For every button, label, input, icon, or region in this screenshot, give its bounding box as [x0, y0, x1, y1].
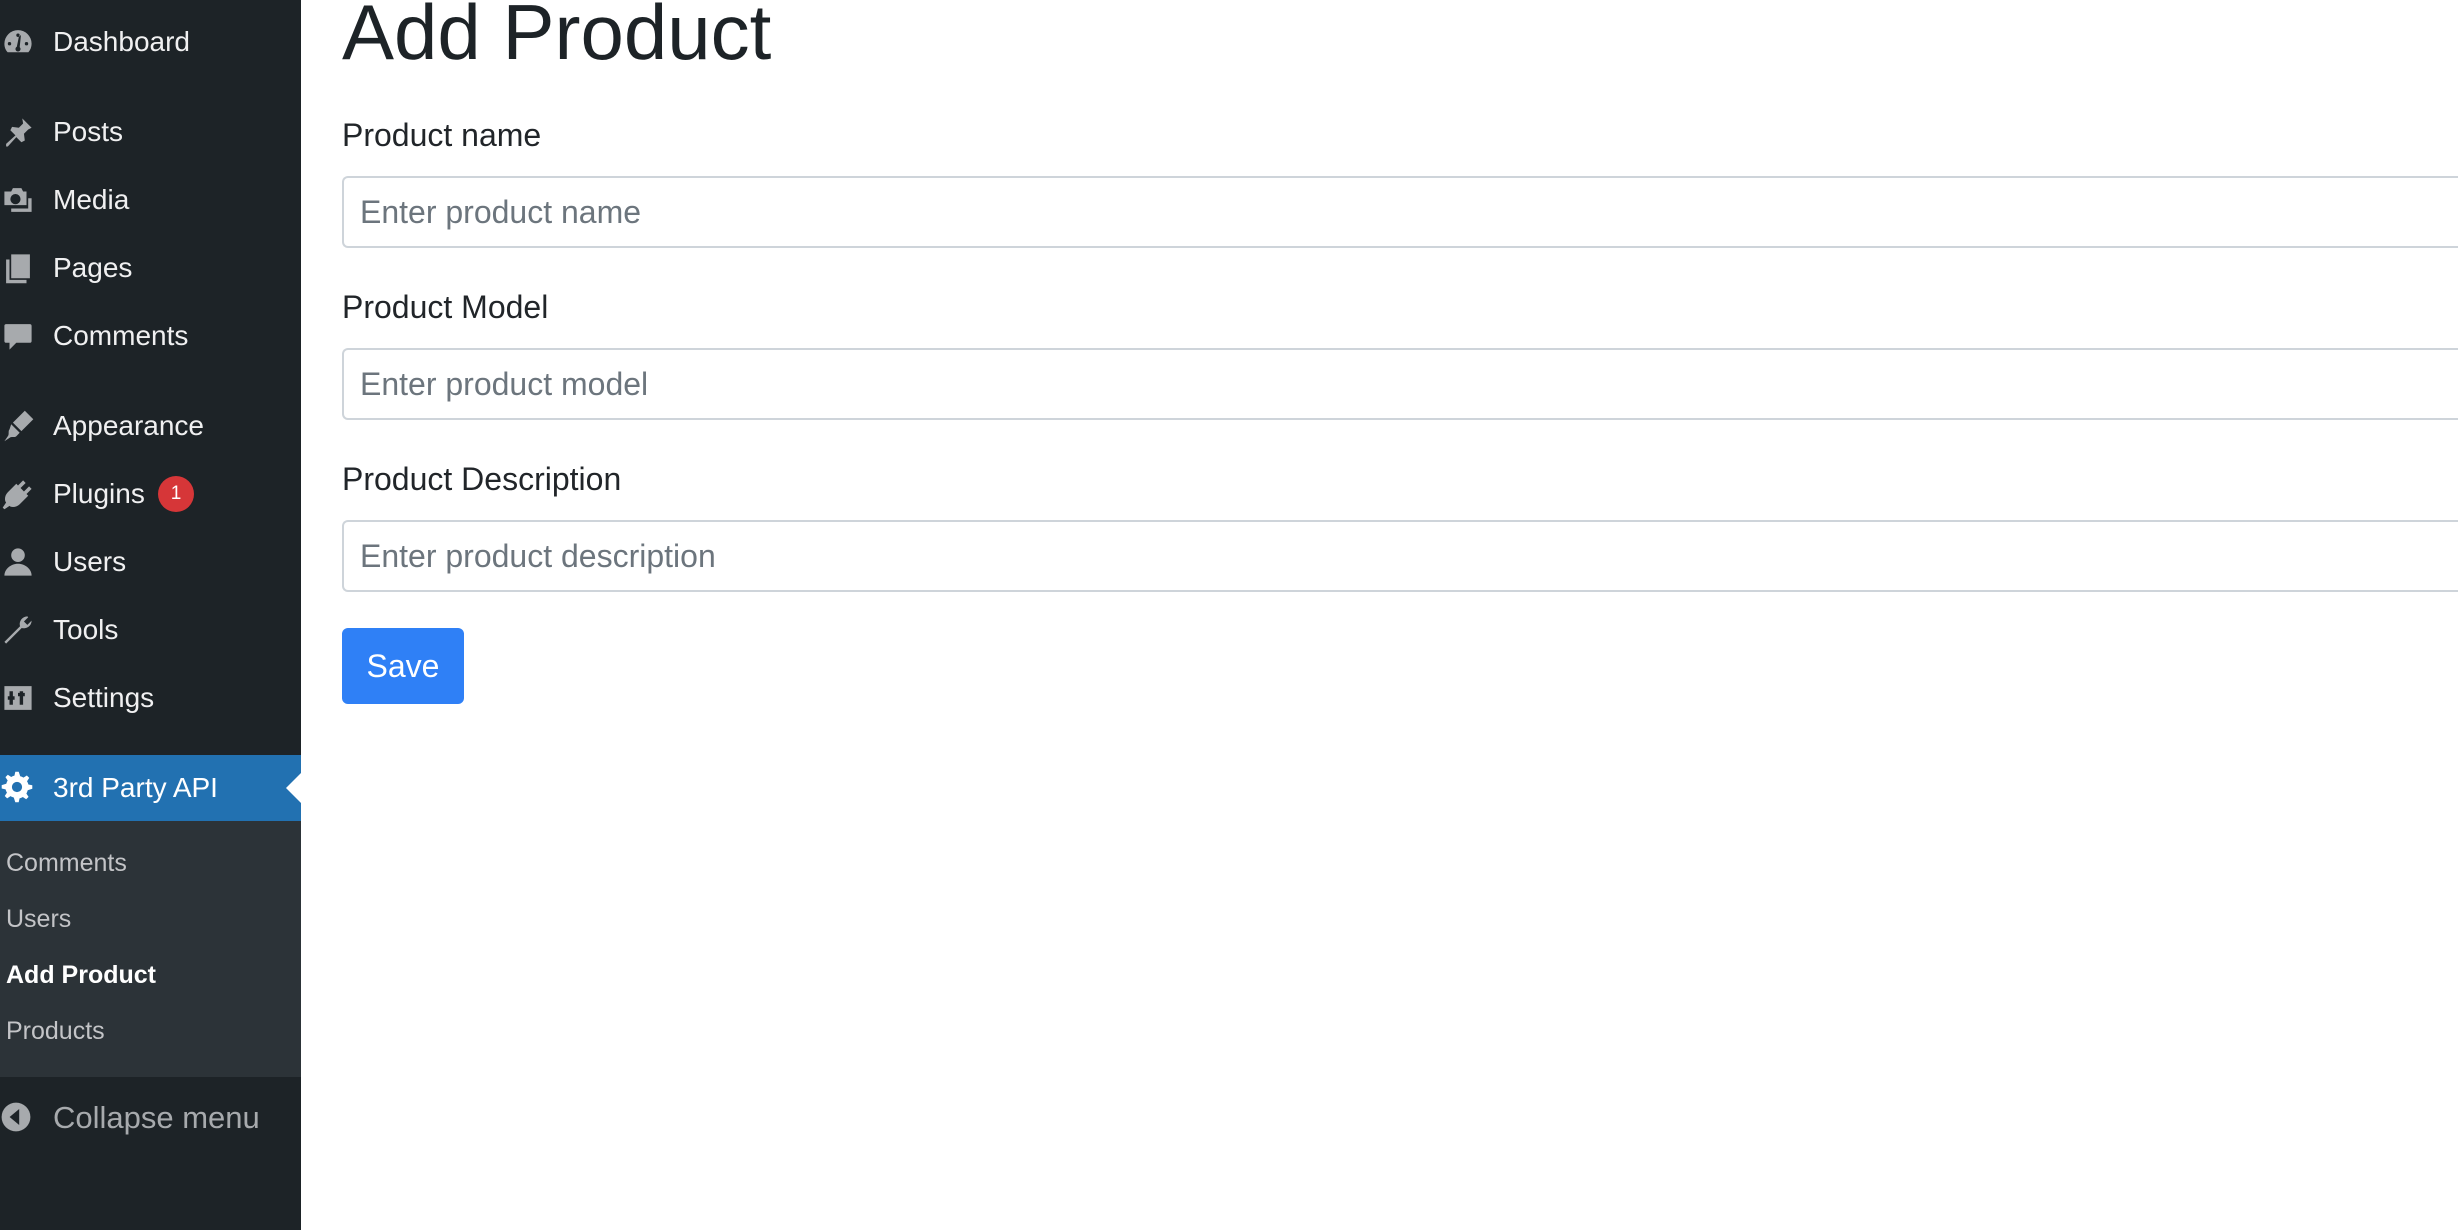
comment-icon — [0, 318, 36, 354]
sidebar-item-appearance[interactable]: Appearance — [0, 394, 301, 458]
sidebar-item-label: 3rd Party API — [53, 772, 218, 803]
sidebar-item-label: Comments — [53, 320, 189, 351]
product-description-input[interactable] — [342, 520, 2458, 592]
page-title: Add Product — [342, 0, 772, 76]
sidebar-item-label: Pages — [53, 252, 133, 283]
sidebar-item-tools[interactable]: Tools — [0, 598, 301, 662]
submenu-item-products[interactable]: Products — [6, 1017, 105, 1046]
main-content: Add Product Product name Product Model P… — [301, 0, 2458, 1230]
plugin-icon — [0, 476, 36, 512]
submenu-item-users[interactable]: Users — [6, 905, 71, 934]
sidebar-item-dashboard[interactable]: Dashboard — [0, 10, 301, 74]
admin-sidebar: Dashboard Posts Media Pages Comments App… — [0, 0, 301, 1230]
media-icon — [0, 182, 36, 218]
sidebar-item-3rd-party-api[interactable]: 3rd Party API — [0, 755, 301, 821]
sidebar-item-users[interactable]: Users — [0, 530, 301, 594]
brush-icon — [0, 408, 36, 444]
wrench-icon — [0, 612, 36, 648]
submenu-item-comments[interactable]: Comments — [6, 849, 127, 878]
pin-icon — [0, 114, 36, 150]
user-icon — [0, 544, 36, 580]
pages-icon — [0, 250, 36, 286]
product-name-label: Product name — [342, 117, 542, 153]
sidebar-item-label: Posts — [53, 116, 124, 147]
gear-icon — [0, 770, 36, 806]
product-name-input[interactable] — [342, 176, 2458, 248]
sidebar-item-label: Settings — [53, 682, 155, 713]
sidebar-item-posts[interactable]: Posts — [0, 100, 301, 164]
sidebar-item-pages[interactable]: Pages — [0, 236, 301, 300]
sidebar-item-label: Media — [53, 184, 130, 215]
dashboard-icon — [0, 24, 36, 60]
active-menu-arrow — [286, 773, 301, 803]
collapse-menu-label: Collapse menu — [53, 1100, 260, 1135]
submenu-item-add-product[interactable]: Add Product — [6, 961, 156, 990]
sidebar-item-plugins[interactable]: Plugins 1 — [0, 462, 301, 526]
sidebar-item-settings[interactable]: Settings — [0, 666, 301, 730]
save-button[interactable]: Save — [342, 628, 464, 704]
sidebar-item-label: Tools — [53, 614, 119, 645]
sidebar-item-label: Plugins — [53, 478, 145, 509]
sidebar-item-label: Appearance — [53, 410, 205, 441]
sidebar-item-label: Users — [53, 546, 127, 577]
sidebar-item-media[interactable]: Media — [0, 168, 301, 232]
collapse-arrow-icon — [0, 1101, 34, 1135]
product-model-label: Product Model — [342, 289, 549, 325]
product-description-label: Product Description — [342, 461, 622, 497]
product-model-input[interactable] — [342, 348, 2458, 420]
collapse-menu-button[interactable]: Collapse menu — [0, 1094, 301, 1142]
sidebar-item-comments[interactable]: Comments — [0, 304, 301, 368]
plugins-update-badge: 1 — [158, 476, 194, 512]
sidebar-submenu: Comments Users Add Product Products — [0, 821, 301, 1077]
settings-icon — [0, 680, 36, 716]
sidebar-item-label: Dashboard — [53, 26, 190, 57]
